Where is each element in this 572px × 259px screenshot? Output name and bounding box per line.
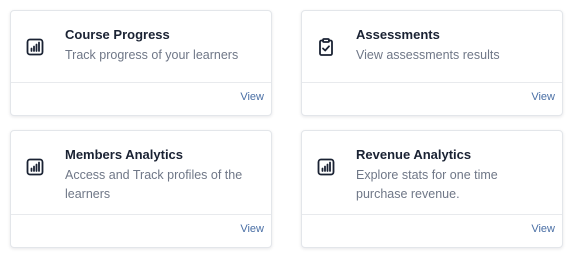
- bar-chart-icon: [25, 157, 45, 177]
- members-analytics-card[interactable]: Members Analytics Access and Track profi…: [10, 130, 272, 248]
- view-link[interactable]: View: [240, 223, 264, 235]
- card-footer: View: [11, 82, 271, 115]
- card-body: Revenue Analytics Explore stats for one …: [302, 131, 562, 216]
- card-description: Track progress of your learners: [65, 48, 239, 62]
- view-link[interactable]: View: [531, 223, 555, 235]
- card-footer: View: [302, 214, 562, 247]
- course-progress-card[interactable]: Course Progress Track progress of your l…: [10, 10, 272, 116]
- card-title: Course Progress: [65, 27, 170, 42]
- card-body: Course Progress Track progress of your l…: [11, 11, 271, 83]
- card-title: Members Analytics: [65, 147, 184, 162]
- card-footer: View: [11, 214, 271, 247]
- card-footer: View: [302, 82, 562, 115]
- card-description: Access and Track profiles of the learner…: [65, 168, 243, 201]
- assessments-card[interactable]: Assessments View assessments results Vie…: [301, 10, 563, 116]
- bar-chart-icon: [25, 37, 45, 57]
- card-description: Explore stats for one time purchase reve…: [356, 168, 498, 201]
- bar-chart-icon: [316, 157, 336, 177]
- card-body: Assessments View assessments results: [302, 11, 562, 83]
- view-link[interactable]: View: [240, 91, 264, 103]
- card-body: Members Analytics Access and Track profi…: [11, 131, 271, 216]
- card-title: Assessments: [356, 27, 440, 42]
- clipboard-check-icon: [316, 37, 336, 57]
- card-description: View assessments results: [356, 48, 500, 62]
- view-link[interactable]: View: [531, 91, 555, 103]
- card-title: Revenue Analytics: [356, 147, 472, 162]
- revenue-analytics-card[interactable]: Revenue Analytics Explore stats for one …: [301, 130, 563, 248]
